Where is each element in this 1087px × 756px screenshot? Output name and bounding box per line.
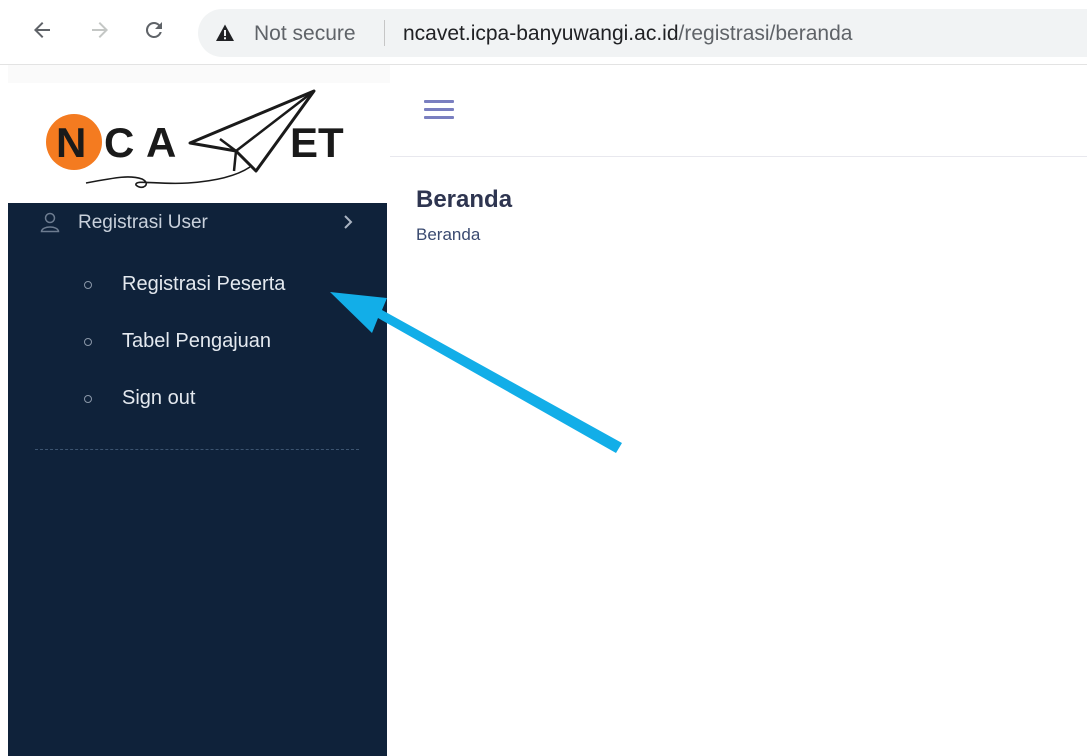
svg-text:ET: ET — [290, 119, 344, 166]
back-button[interactable] — [26, 14, 58, 46]
sidebar-item-label: Tabel Pengajuan — [122, 330, 272, 352]
reload-icon — [145, 21, 162, 38]
sidebar-item-sign-out[interactable]: Sign out — [8, 379, 387, 419]
sidebar-item-registrasi-peserta[interactable]: Registrasi Peserta — [8, 265, 387, 305]
page-title: Beranda — [416, 186, 513, 213]
svg-text:C: C — [104, 119, 134, 166]
address-divider — [384, 20, 385, 46]
security-status[interactable]: Not secure — [254, 22, 356, 46]
top-navbar — [390, 65, 1087, 157]
logo-strip — [8, 65, 390, 83]
svg-text:A: A — [146, 119, 176, 166]
bullet-icon — [84, 338, 92, 346]
url-host: ncavet.icpa-banyuwangi.ac.id — [403, 22, 679, 45]
browser-toolbar: Not secure ncavet.icpa-banyuwangi.ac.id/… — [0, 0, 1087, 65]
hamburger-icon[interactable] — [424, 100, 454, 120]
svg-text:N: N — [56, 119, 86, 166]
sidebar-item-label: Registrasi Peserta — [122, 273, 286, 295]
url-text[interactable]: ncavet.icpa-banyuwangi.ac.id/registrasi/… — [403, 22, 852, 46]
breadcrumb[interactable]: Beranda — [416, 225, 480, 245]
reload-button[interactable] — [138, 14, 170, 46]
sidebar: Registrasi User Registrasi Peserta Tabel… — [8, 203, 387, 756]
warning-triangle-icon — [216, 24, 234, 41]
arrow-left-icon — [34, 22, 50, 38]
bullet-icon — [84, 281, 92, 289]
sidebar-item-tabel-pengajuan[interactable]: Tabel Pengajuan — [8, 322, 387, 362]
bullet-icon — [84, 395, 92, 403]
address-bar[interactable]: Not secure ncavet.icpa-banyuwangi.ac.id/… — [198, 9, 1087, 57]
sidebar-divider — [35, 449, 359, 450]
forward-button[interactable] — [84, 14, 116, 46]
sidebar-item-label: Registrasi User — [78, 212, 208, 233]
ncavet-logo[interactable]: N C A ET — [38, 87, 378, 199]
arrow-right-icon — [92, 22, 108, 38]
sidebar-logo-area: N C A ET — [0, 65, 390, 203]
url-path: /registrasi/beranda — [678, 22, 853, 45]
sidebar-item-registrasi-user[interactable]: Registrasi User — [8, 203, 387, 243]
user-icon — [40, 212, 60, 233]
chevron-right-icon — [344, 215, 353, 229]
sidebar-item-label: Sign out — [122, 387, 196, 409]
